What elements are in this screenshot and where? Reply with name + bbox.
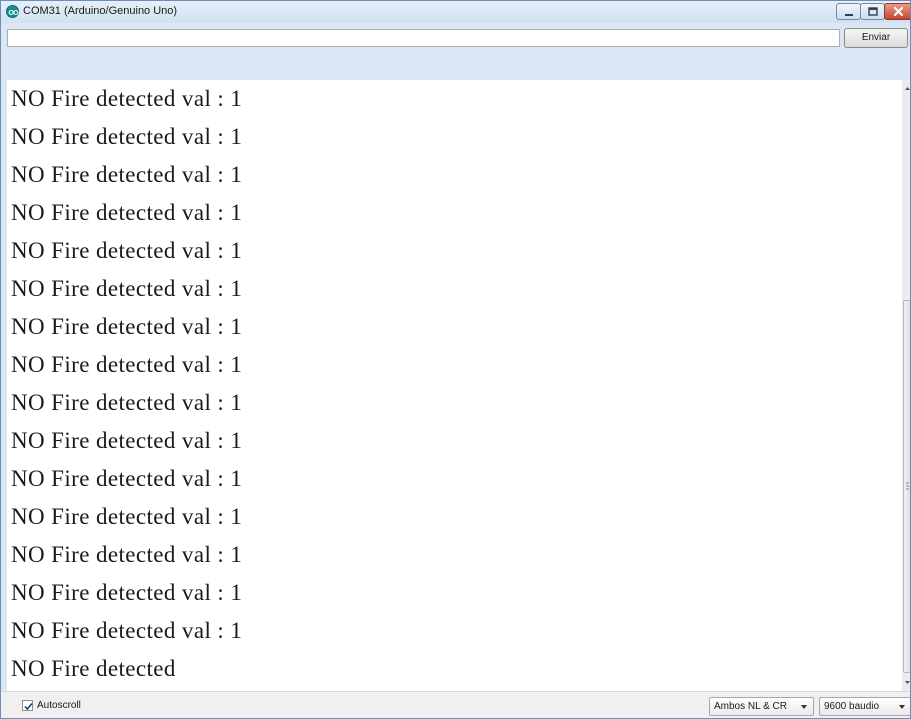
close-button[interactable] [884, 3, 910, 20]
checkmark-icon [24, 702, 33, 711]
output-line: NO Fire detected val : 1 [11, 390, 243, 415]
close-icon [893, 6, 904, 17]
output-line: NO Fire detected val : 1 [11, 466, 243, 491]
output-line: NO Fire detected val : 1 [11, 314, 243, 339]
output-line: NO Fire detected val : 1 [11, 86, 243, 111]
title-bar[interactable]: COM31 (Arduino/Genuino Uno) [1, 1, 910, 23]
output-line: NO Fire detected val : 1 [11, 542, 243, 567]
output-line: NO Fire detected val : 1 [11, 124, 243, 149]
baud-rate-select[interactable]: 9600 baudio [819, 697, 910, 716]
grip-icon [906, 482, 909, 490]
window-title: COM31 (Arduino/Genuino Uno) [23, 5, 178, 17]
output-line: NO Fire detected val : 1 [11, 162, 243, 187]
chevron-down-icon [899, 705, 905, 709]
status-bar: Autoscroll Ambos NL & CR 9600 baudio [1, 691, 910, 718]
serial-monitor-window: COM31 (Arduino/Genuino Uno) Enviar NO Fi… [0, 0, 911, 719]
scroll-up-icon[interactable] [903, 82, 911, 94]
output-line: NO Fire detected val : 1 [11, 580, 243, 605]
baud-rate-value: 9600 baudio [824, 701, 880, 712]
maximize-icon [868, 7, 878, 16]
output-line: NO Fire detected val : 1 [11, 352, 243, 377]
output-line: NO Fire detected val : 1 [11, 200, 243, 225]
output-line: NO Fire detected val : 1 [11, 504, 243, 529]
arduino-logo-icon [6, 5, 19, 18]
minimize-icon [845, 14, 853, 16]
serial-input[interactable] [7, 29, 840, 47]
maximize-button[interactable] [860, 3, 885, 20]
output-line: NO Fire detected val : 1 [11, 238, 243, 263]
scroll-down-icon[interactable] [903, 677, 911, 689]
serial-output[interactable]: NO Fire detected val : 1 NO Fire detected… [7, 80, 902, 691]
send-button[interactable]: Enviar [844, 28, 908, 48]
output-line: NO Fire detected val : 1 [11, 276, 243, 301]
chevron-down-icon [801, 705, 807, 709]
line-ending-select[interactable]: Ambos NL & CR [709, 697, 814, 716]
line-ending-value: Ambos NL & CR [714, 701, 787, 712]
minimize-button[interactable] [836, 3, 861, 20]
autoscroll-checkbox[interactable] [22, 700, 33, 711]
scroll-thumb[interactable] [903, 300, 910, 673]
output-line: NO Fire detected [11, 656, 176, 681]
output-line: NO Fire detected val : 1 [11, 428, 243, 453]
autoscroll-label: Autoscroll [37, 700, 81, 711]
send-row: Enviar [1, 28, 910, 48]
output-line: NO Fire detected val : 1 [11, 618, 243, 643]
vertical-scrollbar[interactable] [902, 80, 911, 691]
